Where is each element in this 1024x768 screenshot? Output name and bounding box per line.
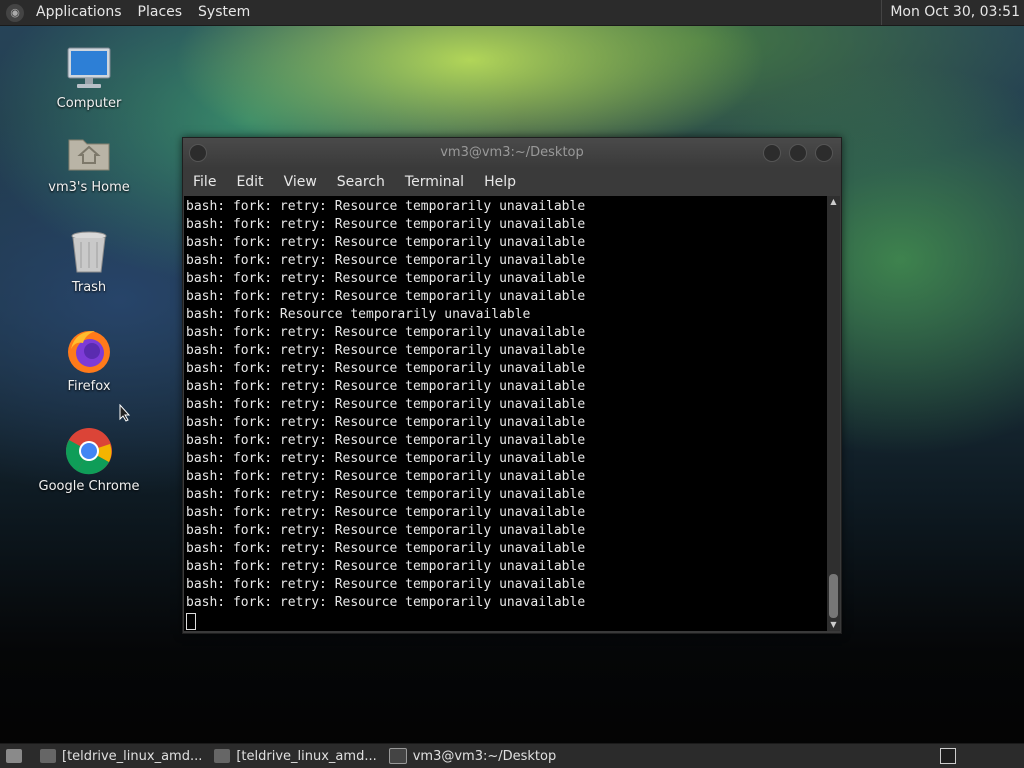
terminal-line: bash: fork: retry: Resource temporarily …	[186, 559, 586, 574]
terminal-line: bash: fork: retry: Resource temporarily …	[186, 415, 586, 430]
terminal-titlebar[interactable]: vm3@vm3:~/Desktop	[183, 138, 841, 168]
terminal-line: bash: fork: retry: Resource temporarily …	[186, 397, 586, 412]
places-menu[interactable]: Places	[130, 0, 191, 25]
desktop-icon-label: Firefox	[67, 379, 111, 394]
maximize-icon[interactable]	[789, 144, 807, 162]
desktop-icon-label: Computer	[56, 96, 122, 111]
text-cursor	[186, 613, 196, 630]
terminal-icon	[388, 748, 407, 764]
terminal-window[interactable]: vm3@vm3:~/Desktop File Edit View Search …	[182, 137, 842, 634]
menu-terminal[interactable]: Terminal	[395, 168, 474, 196]
system-menu[interactable]: System	[190, 0, 258, 25]
terminal-output[interactable]: bash: fork: retry: Resource temporarily …	[184, 196, 827, 631]
desktop-icon-chrome[interactable]: Google Chrome	[34, 427, 144, 494]
taskbar-item-label: [teldrive_linux_amd...	[236, 748, 377, 764]
terminal-line: bash: fork: retry: Resource temporarily …	[186, 379, 586, 394]
show-desktop-button[interactable]	[0, 744, 34, 768]
desktop-icon-trash[interactable]: Trash	[34, 228, 144, 295]
menu-help[interactable]: Help	[474, 168, 526, 196]
terminal-line: bash: fork: retry: Resource temporarily …	[186, 577, 586, 592]
desktop-icon-label: vm3's Home	[48, 180, 130, 195]
menu-view[interactable]: View	[274, 168, 327, 196]
terminal-line: bash: fork: retry: Resource temporarily …	[186, 271, 586, 286]
firefox-icon	[65, 327, 113, 375]
terminal-line: bash: fork: retry: Resource temporarily …	[186, 433, 586, 448]
clock[interactable]: Mon Oct 30, 03:51	[881, 0, 1020, 25]
taskbar-item-label: [teldrive_linux_amd...	[62, 748, 203, 764]
menu-search[interactable]: Search	[327, 168, 395, 196]
top-panel: ◉ Applications Places System Mon Oct 30,…	[0, 0, 1024, 26]
taskbar-item[interactable]: vm3@vm3:~/Desktop	[383, 744, 563, 768]
desktop-icon-label: Google Chrome	[38, 479, 140, 494]
close-icon[interactable]	[815, 144, 833, 162]
taskbar-item-label: vm3@vm3:~/Desktop	[412, 748, 557, 764]
window-title: vm3@vm3:~/Desktop	[440, 145, 584, 160]
desktop-icon-computer[interactable]: Computer	[34, 44, 144, 111]
terminal-line: bash: fork: retry: Resource temporarily …	[186, 343, 586, 358]
terminal-line: bash: fork: retry: Resource temporarily …	[186, 217, 586, 232]
scrollbar-thumb[interactable]	[829, 574, 838, 618]
taskbar-item[interactable]: [teldrive_linux_amd...	[208, 744, 382, 768]
minimize-icon[interactable]	[763, 144, 781, 162]
terminal-line: bash: fork: retry: Resource temporarily …	[186, 595, 586, 610]
menu-edit[interactable]: Edit	[226, 168, 273, 196]
mouse-pointer-icon	[119, 404, 131, 422]
terminal-line: bash: fork: retry: Resource temporarily …	[186, 451, 586, 466]
terminal-line: bash: fork: retry: Resource temporarily …	[186, 523, 586, 538]
bottom-panel: [teldrive_linux_amd... [teldrive_linux_a…	[0, 743, 1024, 768]
terminal-line: bash: fork: retry: Resource temporarily …	[186, 235, 586, 250]
computer-icon	[65, 44, 113, 92]
terminal-scrollbar[interactable]: ▲ ▼	[827, 196, 840, 631]
terminal-menubar: File Edit View Search Terminal Help	[183, 168, 841, 196]
distro-logo-icon[interactable]: ◉	[6, 3, 24, 22]
terminal-line: bash: fork: retry: Resource temporarily …	[186, 289, 586, 304]
home-folder-icon	[65, 128, 113, 176]
show-desktop-icon	[6, 749, 22, 763]
terminal-line: bash: fork: retry: Resource temporarily …	[186, 253, 586, 268]
terminal-line: bash: fork: retry: Resource temporarily …	[186, 541, 586, 556]
folder-icon	[214, 749, 231, 763]
scroll-down-icon[interactable]: ▼	[827, 619, 840, 631]
terminal-line: bash: fork: retry: Resource temporarily …	[186, 487, 586, 502]
terminal-line: bash: fork: retry: Resource temporarily …	[186, 469, 586, 484]
applications-menu[interactable]: Applications	[28, 0, 130, 25]
terminal-line: bash: fork: retry: Resource temporarily …	[186, 361, 586, 376]
terminal-line: bash: fork: Resource temporarily unavail…	[186, 307, 531, 322]
menu-file[interactable]: File	[183, 168, 226, 196]
trash-icon	[65, 228, 113, 276]
terminal-line: bash: fork: retry: Resource temporarily …	[186, 199, 586, 214]
taskbar-item[interactable]: [teldrive_linux_amd...	[34, 744, 208, 768]
terminal-line: bash: fork: retry: Resource temporarily …	[186, 325, 586, 340]
terminal-line: bash: fork: retry: Resource temporarily …	[186, 505, 586, 520]
desktop-icon-firefox[interactable]: Firefox	[34, 327, 144, 394]
scroll-up-icon[interactable]: ▲	[827, 196, 840, 208]
workspace-switcher[interactable]	[940, 748, 956, 764]
window-menu-icon[interactable]	[189, 144, 207, 162]
desktop-icon-label: Trash	[71, 280, 107, 295]
chrome-icon	[65, 427, 113, 475]
folder-icon	[40, 749, 56, 763]
desktop-icon-home[interactable]: vm3's Home	[34, 128, 144, 195]
